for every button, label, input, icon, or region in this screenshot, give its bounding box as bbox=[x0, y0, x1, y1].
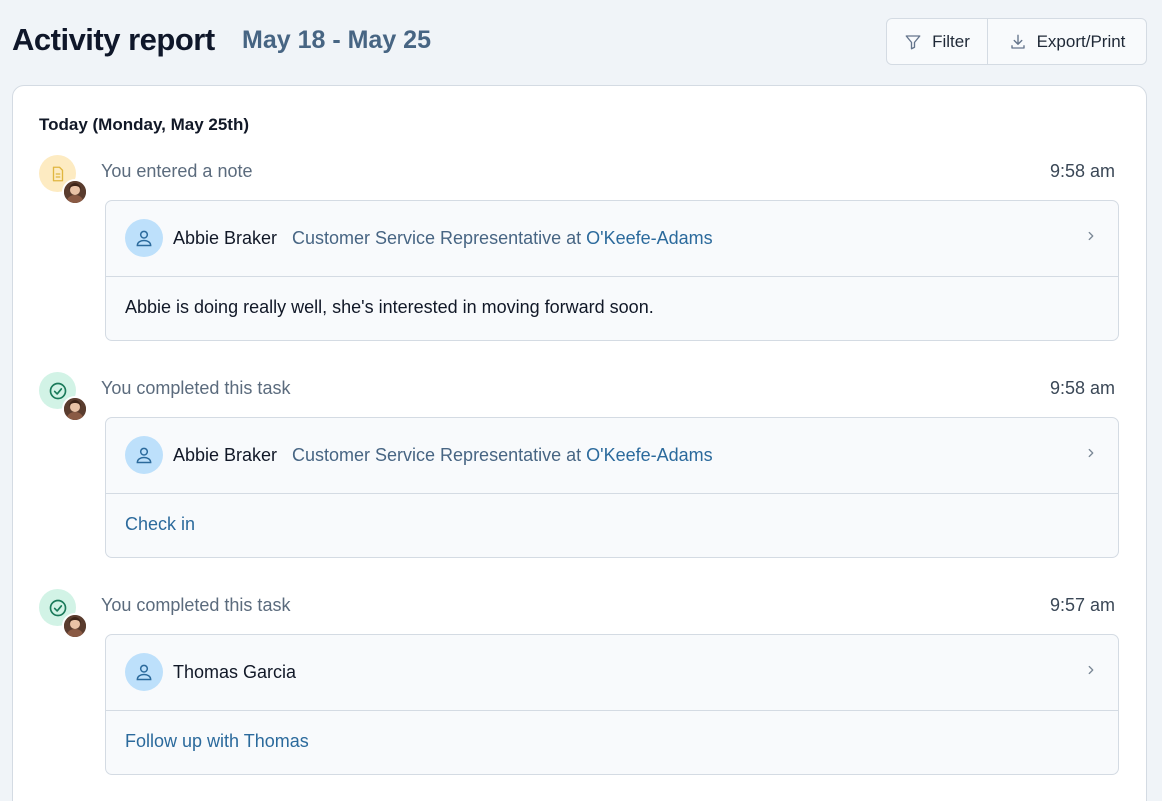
chevron-right-icon bbox=[1084, 663, 1098, 682]
person-icon bbox=[125, 436, 163, 474]
page-header: Activity report May 18 - May 25 Filter E… bbox=[0, 0, 1162, 85]
download-icon bbox=[1009, 33, 1027, 51]
entry-title: You completed this task bbox=[101, 378, 291, 398]
contact-row[interactable]: Abbie Braker Customer Service Representa… bbox=[106, 201, 1118, 277]
entry-title: You completed this task bbox=[101, 595, 291, 615]
contact-role: Customer Service Representative at O'Kee… bbox=[292, 228, 713, 249]
note-text: Abbie is doing really well, she's intere… bbox=[125, 297, 654, 317]
chevron-right-icon bbox=[1084, 446, 1098, 465]
header-actions: Filter Export/Print bbox=[886, 18, 1147, 65]
task-link[interactable]: Follow up with Thomas bbox=[125, 731, 309, 752]
entry-time: 9:58 am bbox=[1049, 161, 1115, 181]
entry-details: Abbie Braker Customer Service Representa… bbox=[105, 417, 1119, 558]
filter-label: Filter bbox=[932, 31, 970, 51]
task-link[interactable]: Check in bbox=[125, 514, 195, 535]
filter-icon bbox=[904, 33, 922, 51]
entry-time: 9:57 am bbox=[1049, 595, 1115, 615]
person-icon bbox=[125, 653, 163, 691]
entry-details: Abbie Braker Customer Service Representa… bbox=[105, 200, 1119, 341]
contact-row[interactable]: Thomas Garcia bbox=[106, 635, 1118, 711]
entry-details: Thomas Garcia Follow up with Thomas bbox=[105, 634, 1119, 775]
contact-name: Abbie Braker bbox=[173, 228, 278, 248]
day-heading: Today (Monday, May 25th) bbox=[39, 115, 250, 134]
export-print-button[interactable]: Export/Print bbox=[988, 19, 1146, 64]
activity-feed-card: Today (Monday, May 25th) You entered a n… bbox=[12, 85, 1147, 801]
contact-role: Customer Service Representative at O'Kee… bbox=[292, 445, 713, 466]
user-avatar bbox=[62, 613, 88, 639]
contact-role-text: Customer Service Representative at bbox=[292, 445, 582, 465]
contact-name: Abbie Braker bbox=[173, 445, 278, 465]
company-link[interactable]: O'Keefe-Adams bbox=[586, 445, 713, 465]
filter-button[interactable]: Filter bbox=[887, 19, 988, 64]
contact-name: Thomas Garcia bbox=[173, 662, 297, 682]
contact-row[interactable]: Abbie Braker Customer Service Representa… bbox=[106, 418, 1118, 494]
contact-role-text: Customer Service Representative at bbox=[292, 228, 582, 248]
entry-title: You entered a note bbox=[101, 161, 253, 181]
chevron-right-icon bbox=[1084, 229, 1098, 248]
entry-time: 9:58 am bbox=[1049, 378, 1115, 398]
page-title: Activity report bbox=[12, 22, 215, 57]
date-range: May 18 - May 25 bbox=[242, 26, 431, 54]
user-avatar bbox=[62, 396, 88, 422]
user-avatar bbox=[62, 179, 88, 205]
export-label: Export/Print bbox=[1036, 31, 1126, 51]
company-link[interactable]: O'Keefe-Adams bbox=[586, 228, 713, 248]
person-icon bbox=[125, 219, 163, 257]
